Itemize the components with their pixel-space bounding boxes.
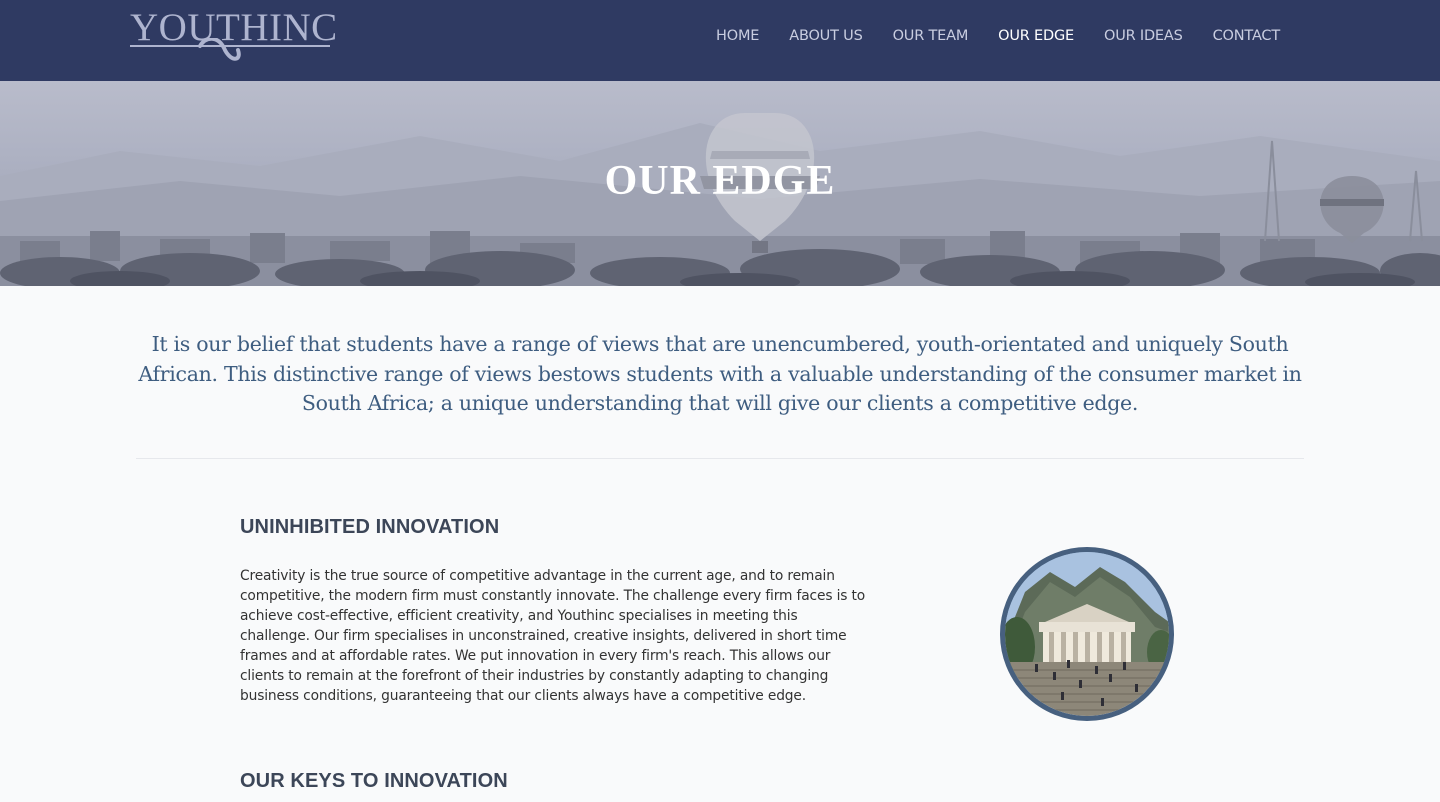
top-navigation-bar: YOUTHINC HOME ABOUT US OUR TEAM OUR EDGE… bbox=[0, 0, 1440, 81]
nav-about-us[interactable]: ABOUT US bbox=[789, 26, 863, 46]
intro-statement: It is our belief that students have a ra… bbox=[138, 332, 1302, 415]
main-nav: HOME ABOUT US OUR TEAM OUR EDGE OUR IDEA… bbox=[686, 26, 1280, 46]
nav-our-ideas[interactable]: OUR IDEAS bbox=[1104, 26, 1183, 46]
section-body-uninhibited-innovation: Creativity is the true source of competi… bbox=[240, 568, 866, 704]
page-title: OUR EDGE bbox=[604, 158, 836, 204]
university-building-photo bbox=[1000, 547, 1174, 721]
nav-contact[interactable]: CONTACT bbox=[1213, 26, 1281, 46]
nav-home[interactable]: HOME bbox=[716, 26, 759, 46]
youthinc-logo[interactable]: YOUTHINC bbox=[130, 6, 337, 68]
hero-banner: OUR EDGE bbox=[0, 81, 1440, 286]
nav-our-team[interactable]: OUR TEAM bbox=[893, 26, 969, 46]
section-divider bbox=[136, 458, 1304, 459]
section-heading-uninhibited-innovation: UNINHIBITED INNOVATION bbox=[240, 516, 500, 538]
logo-wave-icon bbox=[130, 38, 330, 61]
section-heading-keys-to-innovation: OUR KEYS TO INNOVATION bbox=[240, 770, 508, 792]
nav-our-edge[interactable]: OUR EDGE bbox=[998, 26, 1074, 46]
